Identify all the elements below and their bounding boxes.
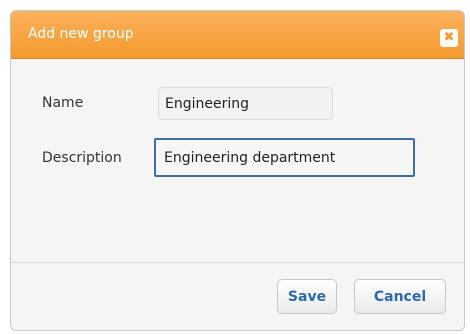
name-label: Name xyxy=(42,95,84,111)
dialog-title: Add new group xyxy=(28,26,134,42)
name-input[interactable] xyxy=(158,87,333,120)
footer-divider xyxy=(11,262,464,263)
dialog-titlebar: Add new group ✖ xyxy=(11,11,464,59)
add-group-dialog: Add new group ✖ Name Description Save Ca… xyxy=(10,10,465,331)
description-label: Description xyxy=(42,150,122,166)
description-input[interactable] xyxy=(154,138,415,177)
save-button[interactable]: Save xyxy=(277,279,337,314)
close-icon[interactable]: ✖ xyxy=(440,29,458,47)
cancel-button[interactable]: Cancel xyxy=(354,279,446,314)
